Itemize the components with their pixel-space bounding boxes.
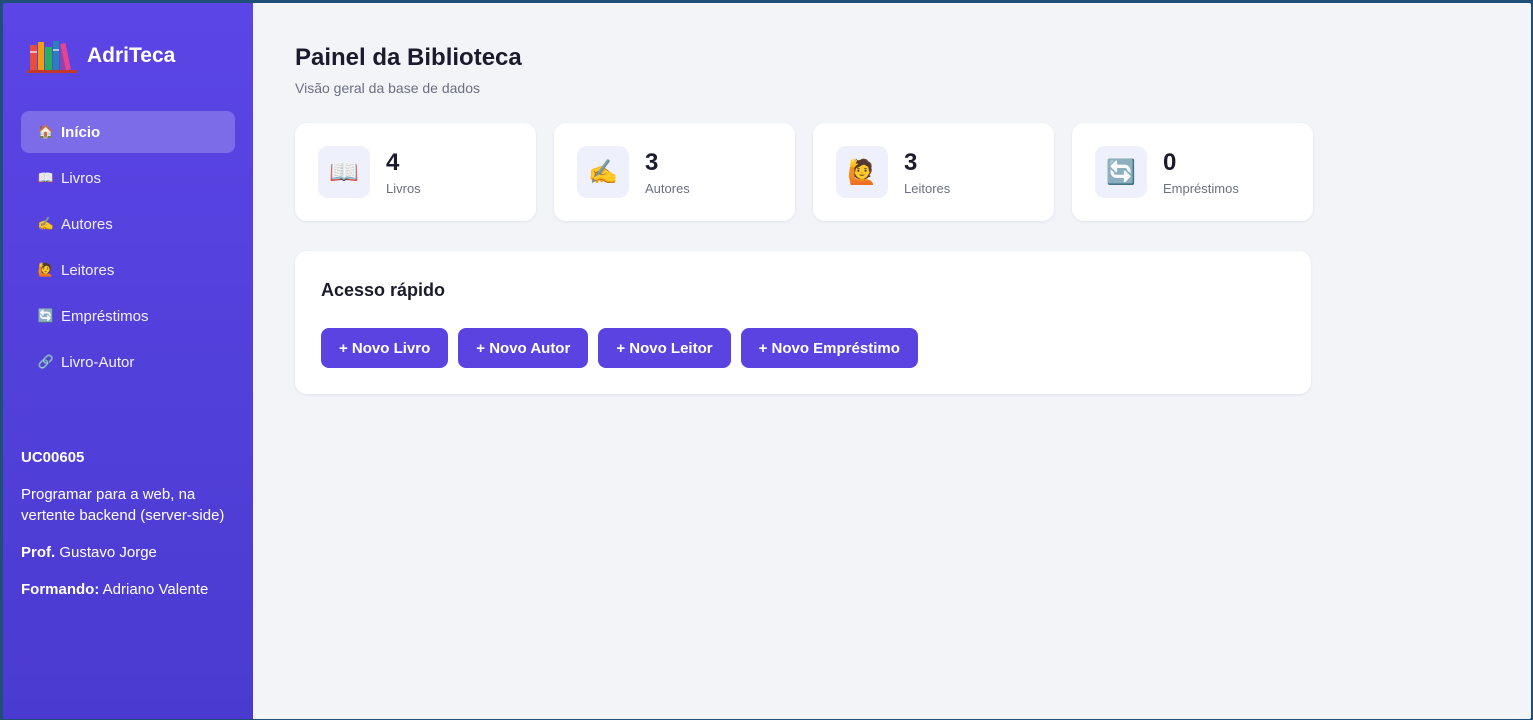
sidebar-item-label: Empréstimos bbox=[61, 307, 149, 325]
main-content: Painel da Biblioteca Visão geral da base… bbox=[253, 3, 1531, 719]
sidebar-item-autores[interactable]: ✍️ Autores bbox=[21, 203, 235, 245]
sidebar-item-label: Livro-Autor bbox=[61, 353, 135, 371]
sidebar-item-label: Livros bbox=[61, 169, 102, 187]
sidebar-item-label: Leitores bbox=[61, 261, 115, 279]
sidebar-item-label: Autores bbox=[61, 215, 113, 233]
stat-label: Autores bbox=[645, 180, 690, 196]
sidebar-item-emprestimos[interactable]: 🔄 Empréstimos bbox=[21, 295, 235, 337]
quick-access-title: Acesso rápido bbox=[321, 280, 446, 300]
sidebar-item-livro-autor[interactable]: 🔗 Livro-Autor bbox=[21, 341, 235, 383]
sidebar-item-leitores[interactable]: 🙋 Leitores bbox=[21, 249, 235, 291]
course-description: Programar para a web, na vertente backen… bbox=[21, 486, 225, 524]
course-info: UC00605 Programar para a web, na vertent… bbox=[21, 447, 246, 616]
quick-access-buttons: + Novo Livro + Novo Autor + Novo Leitor … bbox=[321, 328, 928, 368]
sidebar-nav: 🏠 Início 📖 Livros ✍️ Autores 🙋 Leitores … bbox=[21, 111, 235, 387]
sidebar-item-livros[interactable]: 📖 Livros bbox=[21, 157, 235, 199]
student-label: Formando: bbox=[21, 581, 100, 598]
stat-card-livros: 📖 4 Livros bbox=[295, 123, 536, 221]
stat-label: Livros bbox=[386, 180, 421, 196]
book-icon: 📖 bbox=[37, 170, 55, 185]
brand-title: AdriTeca bbox=[87, 44, 176, 67]
stat-label: Leitores bbox=[904, 180, 951, 196]
new-reader-button[interactable]: + Novo Leitor bbox=[598, 328, 731, 368]
person-raising-hand-icon: 🙋 bbox=[37, 262, 55, 277]
refresh-icon: 🔄 bbox=[1095, 146, 1147, 198]
new-loan-button[interactable]: + Novo Empréstimo bbox=[740, 328, 918, 368]
stat-card-leitores: 🙋 3 Leitores bbox=[813, 123, 1054, 221]
quick-access-panel: Acesso rápido + Novo Livro + Novo Autor … bbox=[295, 251, 1311, 394]
home-icon: 🏠 bbox=[37, 124, 55, 139]
page-subtitle: Visão geral da base de dados bbox=[295, 80, 480, 96]
course-code: UC00605 bbox=[21, 449, 85, 466]
professor-name: Gustavo Jorge bbox=[59, 544, 157, 561]
stat-label: Empréstimos bbox=[1163, 180, 1239, 196]
stat-value: 3 bbox=[645, 148, 659, 176]
books-icon bbox=[27, 41, 77, 73]
new-author-button[interactable]: + Novo Autor bbox=[458, 328, 589, 368]
stat-card-emprestimos: 🔄 0 Empréstimos bbox=[1072, 123, 1313, 221]
sidebar: AdriTeca 🏠 Início 📖 Livros ✍️ Autores 🙋 … bbox=[3, 3, 253, 719]
writing-hand-icon: ✍️ bbox=[577, 146, 629, 198]
sidebar-item-inicio[interactable]: 🏠 Início bbox=[21, 111, 235, 153]
professor-label: Prof. bbox=[21, 544, 56, 561]
stat-value: 4 bbox=[386, 148, 400, 176]
person-raising-hand-icon: 🙋 bbox=[836, 146, 888, 198]
new-book-button[interactable]: + Novo Livro bbox=[321, 328, 449, 368]
stats-row: 📖 4 Livros ✍️ 3 Autores 🙋 3 Leitores 🔄 0… bbox=[295, 123, 1331, 221]
brand[interactable]: AdriTeca bbox=[27, 39, 175, 73]
sidebar-item-label: Início bbox=[61, 123, 101, 141]
student-line: Formando: Adriano Valente bbox=[21, 579, 246, 600]
student-name: Adriano Valente bbox=[102, 581, 209, 598]
link-icon: 🔗 bbox=[37, 354, 55, 369]
stat-card-autores: ✍️ 3 Autores bbox=[554, 123, 795, 221]
refresh-icon: 🔄 bbox=[37, 308, 55, 323]
professor-line: Prof. Gustavo Jorge bbox=[21, 542, 246, 563]
page-title: Painel da Biblioteca bbox=[295, 44, 522, 71]
stat-value: 0 bbox=[1163, 148, 1177, 176]
book-icon: 📖 bbox=[318, 146, 370, 198]
stat-value: 3 bbox=[904, 148, 918, 176]
writing-hand-icon: ✍️ bbox=[37, 216, 55, 231]
app-window: AdriTeca 🏠 Início 📖 Livros ✍️ Autores 🙋 … bbox=[3, 3, 1531, 719]
